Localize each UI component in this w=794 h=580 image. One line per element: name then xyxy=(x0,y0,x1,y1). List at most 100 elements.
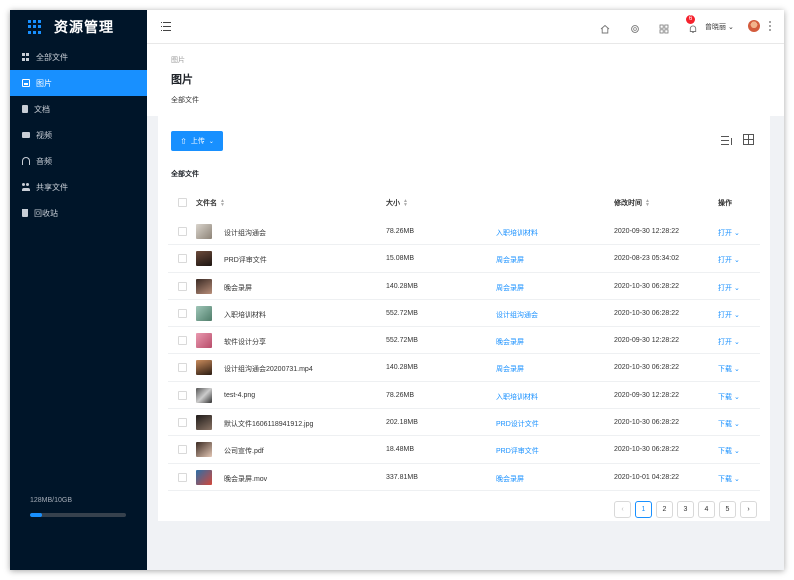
column-name-label: 文件名 xyxy=(196,200,217,207)
row-action-button[interactable]: 打开 ⌄ xyxy=(718,255,740,265)
more-icon[interactable] xyxy=(769,21,771,31)
sidebar-item-videos[interactable]: 视频 xyxy=(10,122,147,148)
table-row[interactable]: 设计组沟通会20200731.mp4 140.28MB 周会录屏 2020-10… xyxy=(168,354,760,382)
file-size: 18.48MB xyxy=(386,446,415,454)
apps-icon[interactable] xyxy=(659,21,669,34)
row-checkbox[interactable] xyxy=(178,254,187,264)
column-header-name[interactable]: 文件名 ▲ ▼ xyxy=(196,198,225,208)
table-row[interactable]: PRD评审文件 15.08MB 周会录屏 2020-08-23 05:34:02… xyxy=(168,245,760,273)
table-row[interactable]: 默认文件1606118941912.jpg 202.18MB PRD设计文件 2… xyxy=(168,409,760,437)
file-tag-link[interactable]: 周会录屏 xyxy=(496,283,524,293)
row-action-button[interactable]: 下载 ⌄ xyxy=(718,419,740,429)
page-button-2[interactable]: 2 xyxy=(656,501,673,518)
file-name[interactable]: 公司宣传.pdf xyxy=(224,446,264,456)
avatar[interactable] xyxy=(748,20,760,32)
row-action-button[interactable]: 打开 ⌄ xyxy=(718,310,740,320)
username-text: 曾晓丽 xyxy=(705,24,726,31)
row-checkbox[interactable] xyxy=(178,308,187,318)
table-row[interactable]: 设计组沟通会 78.26MB 入职培训材料 2020-09-30 12:28:2… xyxy=(168,218,760,246)
breadcrumb[interactable]: 图片 xyxy=(171,55,784,65)
file-name[interactable]: 入职培训材料 xyxy=(224,310,266,320)
app-window: 资源管理 全部文件 图片 文档 视频 音频 共享文件 回收站 128MB/10G… xyxy=(10,10,784,570)
page-button-4[interactable]: 4 xyxy=(698,501,715,518)
file-tag-link[interactable]: 设计组沟通会 xyxy=(496,310,538,320)
upload-button[interactable]: ⇧ 上传 ⌄ xyxy=(171,131,223,151)
file-name[interactable]: 晚会录屏.mov xyxy=(224,474,267,484)
sidebar-item-images[interactable]: 图片 xyxy=(10,70,147,96)
menu-icon[interactable] xyxy=(161,22,171,31)
file-modified-time: 2020-10-30 06:28:22 xyxy=(614,419,679,427)
table-row[interactable]: 公司宣传.pdf 18.48MB PRD评审文件 2020-10-30 06:2… xyxy=(168,436,760,464)
row-checkbox[interactable] xyxy=(178,418,187,428)
file-name[interactable]: PRD评审文件 xyxy=(224,255,267,265)
sidebar-item-documents[interactable]: 文档 xyxy=(10,96,147,122)
table-row[interactable]: test-4.png 78.26MB 入职培训材料 2020-09-30 12:… xyxy=(168,382,760,410)
page-button-1[interactable]: 1 xyxy=(635,501,652,518)
next-page-button[interactable]: › xyxy=(740,501,757,518)
table-header: 文件名 ▲ ▼ 大小 ▲ ▼ 修改时间 ▲ ▼ 操作 xyxy=(168,188,760,216)
grid-view-icon[interactable] xyxy=(743,134,754,145)
prev-page-button[interactable]: ‹ xyxy=(614,501,631,518)
column-header-action: 操作 xyxy=(718,200,732,207)
file-name[interactable]: 设计组沟通会20200731.mp4 xyxy=(224,364,313,374)
support-icon[interactable] xyxy=(630,21,640,33)
row-action-button[interactable]: 打开 ⌄ xyxy=(718,283,740,293)
file-tag-link[interactable]: 晚会录屏 xyxy=(496,474,524,484)
sidebar-item-trash[interactable]: 回收站 xyxy=(10,200,147,226)
file-thumbnail xyxy=(196,278,212,294)
file-tag-link[interactable]: 入职培训材料 xyxy=(496,392,538,402)
sidebar-item-shared[interactable]: 共享文件 xyxy=(10,174,147,200)
file-name[interactable]: 软件设计分享 xyxy=(224,337,266,347)
table-row[interactable]: 晚会录屏 140.28MB 周会录屏 2020-10-30 06:28:22 打… xyxy=(168,273,760,300)
home-icon[interactable] xyxy=(600,21,610,34)
grid-icon xyxy=(22,53,30,61)
sort-icon: ▲ ▼ xyxy=(645,198,650,209)
row-action-button[interactable]: 下载 ⌄ xyxy=(718,364,740,374)
trash-icon xyxy=(22,209,28,217)
sidebar-item-audio[interactable]: 音频 xyxy=(10,148,147,174)
row-checkbox[interactable] xyxy=(178,227,187,236)
file-tag-link[interactable]: 入职培训材料 xyxy=(496,228,538,238)
file-modified-time: 2020-09-30 12:28:22 xyxy=(614,337,679,345)
file-thumbnail xyxy=(196,224,212,239)
row-checkbox[interactable] xyxy=(178,445,187,455)
file-tag-link[interactable]: PRD设计文件 xyxy=(496,419,539,429)
username[interactable]: 曾晓丽 ⌄ xyxy=(705,22,734,32)
table-row[interactable]: 软件设计分享 552.72MB 晚会录屏 2020-09-30 12:28:22… xyxy=(168,327,760,355)
file-list-card: ⇧ 上传 ⌄ 全部文件 文件名 ▲ ▼ 大小 ▲ ▼ 修改时间 ▲ ▼ 操作 设计组沟通会 … xyxy=(158,116,770,521)
row-checkbox[interactable] xyxy=(178,336,187,346)
row-action-button[interactable]: 下载 ⌄ xyxy=(718,392,740,402)
column-size-label: 大小 xyxy=(386,200,400,207)
row-action-button[interactable]: 下载 ⌄ xyxy=(718,474,740,484)
row-checkbox[interactable] xyxy=(178,472,187,482)
file-name[interactable]: 设计组沟通会 xyxy=(224,228,266,238)
file-size: 78.26MB xyxy=(386,228,415,235)
file-tag-link[interactable]: 晚会录屏 xyxy=(496,337,524,347)
column-header-time[interactable]: 修改时间 ▲ ▼ xyxy=(614,198,650,208)
table-row[interactable]: 晚会录屏.mov 337.81MB 晚会录屏 2020-10-01 04:28:… xyxy=(168,464,760,491)
image-icon xyxy=(22,79,30,87)
row-checkbox[interactable] xyxy=(178,281,187,291)
file-name[interactable]: 晚会录屏 xyxy=(224,283,252,293)
list-view-icon[interactable] xyxy=(721,136,733,146)
row-action-button[interactable]: 下载 ⌄ xyxy=(718,446,740,456)
file-modified-time: 2020-10-30 06:28:22 xyxy=(614,282,679,290)
select-all-checkbox[interactable] xyxy=(178,198,187,207)
sidebar-item-label: 视频 xyxy=(36,130,52,140)
file-name[interactable]: test-4.png xyxy=(224,392,255,399)
column-header-size[interactable]: 大小 ▲ ▼ xyxy=(386,198,408,208)
file-modified-time: 2020-10-01 04:28:22 xyxy=(614,473,679,481)
page-button-3[interactable]: 3 xyxy=(677,501,694,518)
sidebar-item-all-files[interactable]: 全部文件 xyxy=(10,44,147,70)
row-action-button[interactable]: 打开 ⌄ xyxy=(718,228,740,238)
row-checkbox[interactable] xyxy=(178,390,187,400)
file-tag-link[interactable]: 周会录屏 xyxy=(496,364,524,374)
table-row[interactable]: 入职培训材料 552.72MB 设计组沟通会 2020-10-30 06:28:… xyxy=(168,300,760,328)
chevron-down-icon: ⌄ xyxy=(733,448,740,456)
row-checkbox[interactable] xyxy=(178,363,187,373)
file-name[interactable]: 默认文件1606118941912.jpg xyxy=(224,419,313,429)
file-tag-link[interactable]: 周会录屏 xyxy=(496,255,524,265)
page-button-5[interactable]: 5 xyxy=(719,501,736,518)
file-tag-link[interactable]: PRD评审文件 xyxy=(496,446,539,456)
row-action-button[interactable]: 打开 ⌄ xyxy=(718,337,740,347)
